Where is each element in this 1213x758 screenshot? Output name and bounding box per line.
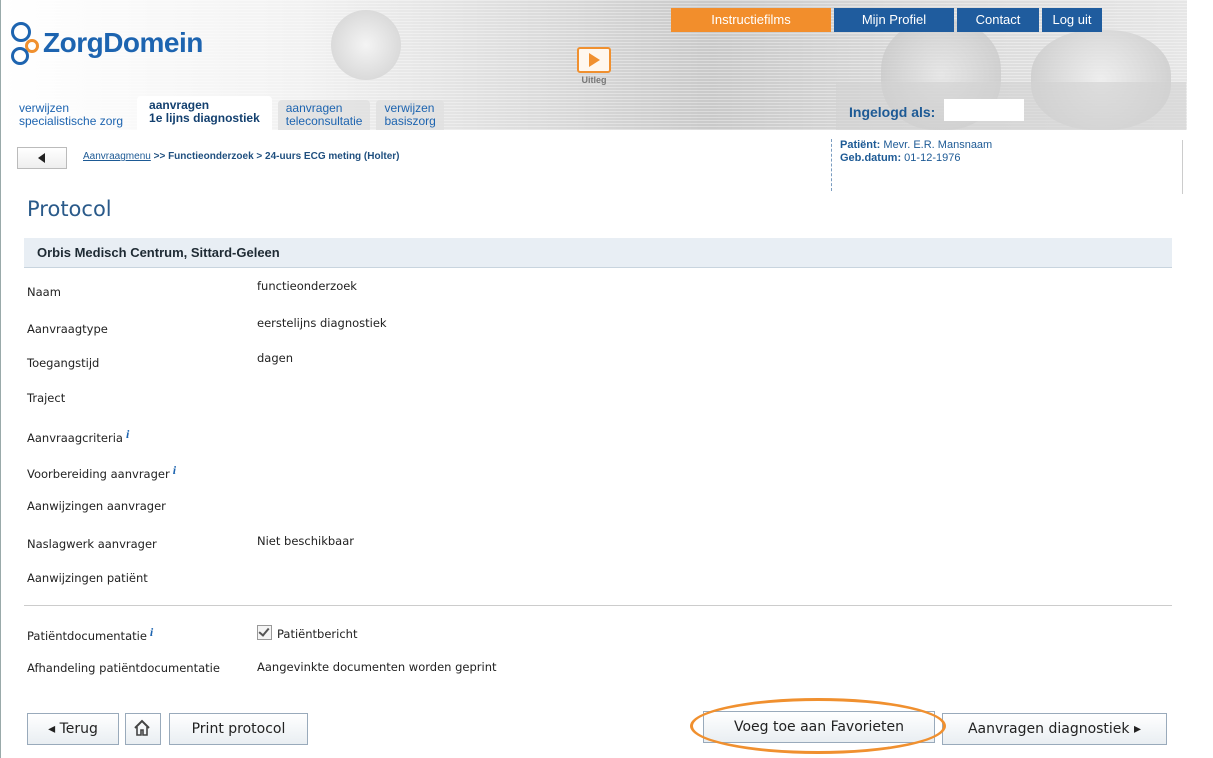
checkbox-label: Patiëntbericht	[277, 627, 358, 641]
field-label: Traject	[27, 391, 66, 405]
tab-label: 1e lijns diagnostiek	[149, 111, 260, 125]
field-label: Patiëntdocumentatie i	[27, 625, 247, 643]
logo-icon	[11, 22, 41, 65]
breadcrumb-path: >> Functieonderzoek > 24-uurs ECG meting…	[150, 151, 400, 162]
patient-dob-label: Geb.datum:	[840, 152, 902, 164]
tab-verwijzen-basiszorg[interactable]: verwijzen basiszorg	[376, 100, 444, 130]
field-label: Aanwijzingen aanvrager	[27, 499, 166, 513]
header: ZorgDomein Uitleg Instructiefilms Mijn P…	[1, 0, 1187, 130]
field-label: Aanwijzingen patiënt	[27, 571, 148, 585]
field-label: Naam	[27, 285, 61, 299]
back-button[interactable]: ◂ Terug	[27, 713, 119, 745]
nav-log-uit[interactable]: Log uit	[1042, 8, 1102, 32]
field-label: Naslagwerk aanvrager	[27, 537, 157, 551]
nav-contact[interactable]: Contact	[957, 8, 1039, 32]
tab-aanvragen-teleconsultatie[interactable]: aanvragen teleconsultatie	[277, 100, 371, 130]
breadcrumb-link-aanvraagmenu[interactable]: Aanvraagmenu	[83, 151, 151, 162]
nav-instructiefilms[interactable]: Instructiefilms	[671, 8, 831, 32]
breadcrumb: Aanvraagmenu >> Functieonderzoek > 24-uu…	[83, 151, 400, 162]
top-navigation: Instructiefilms Mijn Profiel Contact Log…	[671, 8, 1105, 32]
header-photo-stethoscope	[331, 10, 401, 80]
info-icon[interactable]: i	[173, 463, 176, 477]
tab-verwijzen-specialistische-zorg[interactable]: verwijzen specialistische zorg	[19, 100, 131, 130]
field-value: Niet beschikbaar	[257, 534, 354, 548]
field-value: dagen	[257, 351, 294, 365]
field-value: functieonderzoek	[257, 279, 357, 293]
tab-label: specialistische zorg	[19, 114, 124, 128]
field-label: Afhandeling patiëntdocumentatie	[27, 661, 220, 675]
back-arrow-button[interactable]	[17, 147, 67, 169]
organization-name: Orbis Medisch Centrum, Sittard-Geleen	[37, 245, 280, 260]
home-icon	[134, 719, 150, 736]
field-label: Toegangstijd	[27, 356, 100, 370]
patientbericht-checkbox[interactable]	[257, 625, 272, 640]
uitleg-label: Uitleg	[581, 75, 607, 85]
print-protocol-button[interactable]: Print protocol	[169, 713, 308, 745]
play-icon	[577, 47, 611, 73]
divider	[1182, 140, 1183, 194]
field-value: eerstelijns diagnostiek	[257, 316, 387, 330]
patient-name-label: Patiënt:	[840, 139, 881, 151]
logged-in-user-box	[944, 99, 1024, 121]
logo-text: ZorgDomein	[43, 27, 203, 58]
field-label: Aanvraagtype	[27, 322, 108, 336]
page-title: Protocol	[27, 197, 112, 221]
breadcrumb-bar: Aanvraagmenu >> Functieonderzoek > 24-uu…	[1, 131, 1187, 191]
info-icon[interactable]: i	[126, 427, 129, 441]
patient-name: Mevr. E.R. Mansnaam	[880, 139, 993, 151]
home-button[interactable]	[125, 713, 161, 745]
field-label: Aanvraagcriteria i	[27, 427, 247, 445]
tab-label: teleconsultatie	[285, 114, 363, 128]
add-to-favorites-button[interactable]: Voeg toe aan Favorieten	[703, 711, 935, 743]
main-tabs: verwijzen specialistische zorg aanvragen…	[19, 96, 450, 130]
field-label-text: Aanvraagcriteria	[27, 431, 123, 445]
field-label-text: Voorbereiding aanvrager	[27, 467, 170, 481]
patient-info: Patiënt: Mevr. E.R. Mansnaam Geb.datum: …	[831, 139, 992, 191]
logged-in-panel: Ingelogd als:	[836, 82, 1186, 130]
uitleg-button[interactable]: Uitleg	[574, 47, 614, 89]
logged-in-label: Ingelogd als:	[849, 104, 936, 120]
logo[interactable]: ZorgDomein	[11, 22, 203, 65]
info-icon[interactable]: i	[150, 625, 153, 639]
nav-mijn-profiel[interactable]: Mijn Profiel	[834, 8, 954, 32]
divider	[24, 605, 1172, 606]
tab-label: basiszorg	[384, 114, 436, 128]
organization-header: Orbis Medisch Centrum, Sittard-Geleen	[24, 238, 1172, 268]
field-label: Voorbereiding aanvrager i	[27, 463, 247, 481]
field-value: Aangevinkte documenten worden geprint	[257, 660, 497, 674]
patient-dob: 01-12-1976	[901, 152, 961, 164]
field-label-text: Patiëntdocumentatie	[27, 629, 147, 643]
patientbericht-checkbox-row: Patiëntbericht	[257, 625, 857, 641]
request-diagnostics-button[interactable]: Aanvragen diagnostiek ▸	[942, 713, 1167, 745]
tab-aanvragen-1e-lijns-diagnostiek[interactable]: aanvragen 1e lijns diagnostiek	[137, 96, 272, 130]
